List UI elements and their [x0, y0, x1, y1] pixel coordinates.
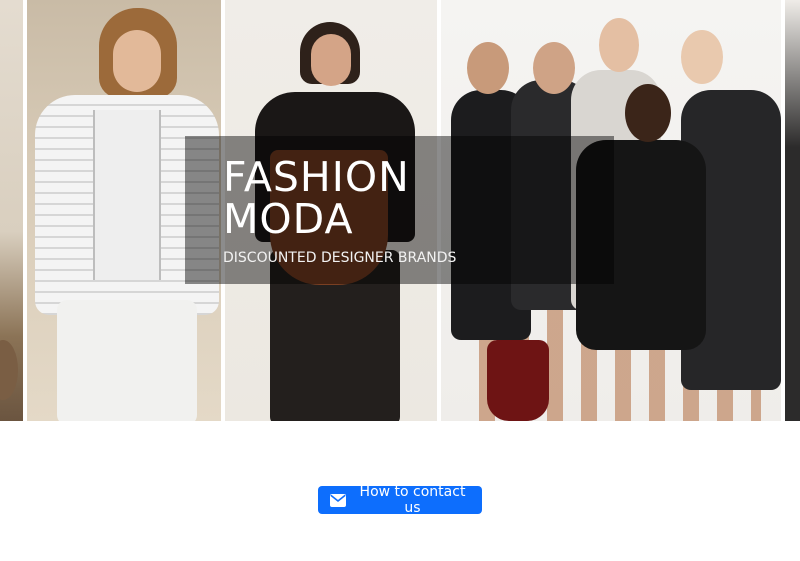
hero-subtitle: DISCOUNTED DESIGNER BRANDS [223, 250, 457, 266]
hero-photo-edge [785, 0, 800, 421]
hero-title-line1: FASHION [223, 153, 410, 201]
contact-button[interactable]: How to contact us [318, 484, 482, 516]
envelope-icon [330, 493, 346, 507]
hero-banner: FASHION MODA DISCOUNTED DESIGNER BRANDS [0, 0, 800, 421]
red-handbag [487, 340, 549, 421]
hero-title: FASHION MODA [223, 156, 410, 240]
hero-title-line2: MODA [223, 195, 354, 243]
contact-button-label: How to contact us [359, 484, 466, 516]
hero-photo-landscape [0, 0, 23, 421]
